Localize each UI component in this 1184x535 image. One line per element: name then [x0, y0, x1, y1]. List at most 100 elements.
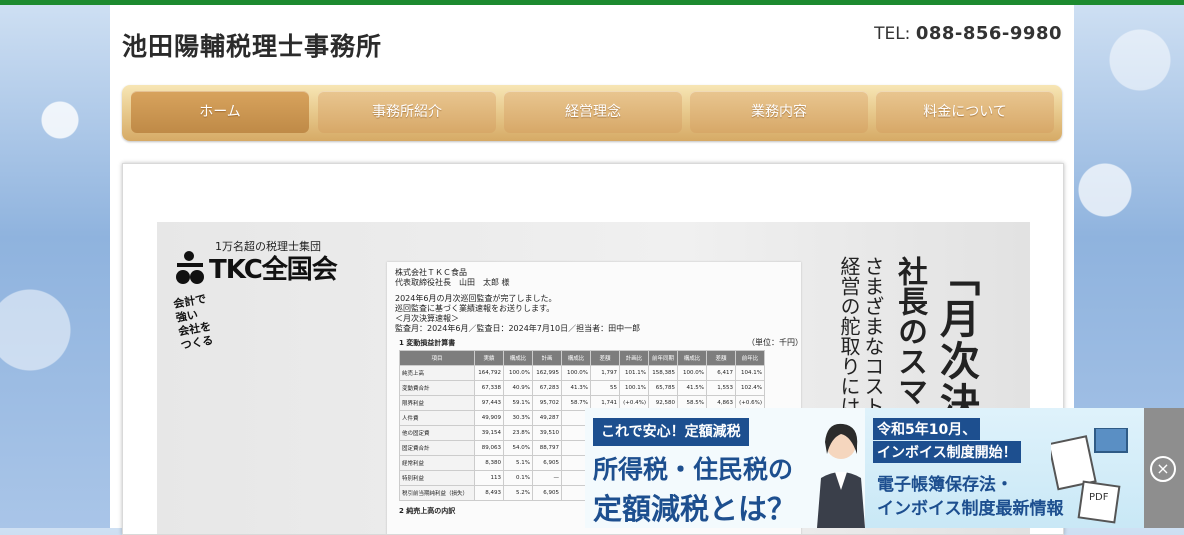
- table-header-row: 項目 実績 構成比 計画 構成比 差額 計画比 前年同期 構成比 差額 前年比: [399, 350, 765, 366]
- table-cell: 限界利益: [399, 395, 475, 411]
- table-header-cell: 構成比: [503, 350, 533, 366]
- table-header-cell: 前年同期: [648, 350, 678, 366]
- table-header-cell: 構成比: [561, 350, 591, 366]
- tel-label: TEL:: [874, 24, 911, 44]
- table-row: 変動費合計 67,338 40.9% 67,283 41.3% 55 100.1…: [399, 380, 765, 396]
- tel-number: 088-856-9980: [915, 23, 1062, 44]
- table-cell: 30.3%: [503, 410, 533, 426]
- table-cell: 100.1%: [619, 380, 649, 396]
- table-header-cell: 差額: [706, 350, 736, 366]
- table-cell: 88,797: [532, 440, 562, 456]
- table-cell: 100.0%: [503, 365, 533, 381]
- main-navigation: ホーム 事務所紹介 経営理念 業務内容 料金について: [122, 85, 1062, 141]
- table-cell: 67,283: [532, 380, 562, 396]
- table-cell: 55: [590, 380, 620, 396]
- table-cell: 5.2%: [503, 485, 533, 501]
- table-cell: 5.1%: [503, 455, 533, 471]
- table-cell: 104.1%: [735, 365, 765, 381]
- table-cell: 8,380: [474, 455, 504, 471]
- table-cell: 6,905: [532, 455, 562, 471]
- table-cell: 41.5%: [677, 380, 707, 396]
- table-cell: 0.1%: [503, 470, 533, 486]
- table-cell: 113: [474, 470, 504, 486]
- ad-headline: 定額減税とは？: [593, 492, 797, 526]
- businesswoman-icon: [817, 423, 865, 528]
- ad-text: 電子帳簿保存法・: [877, 475, 1013, 495]
- close-icon[interactable]: ×: [1150, 456, 1176, 482]
- table-cell: 97,443: [474, 395, 504, 411]
- ad-headline: 所得税・住民税の: [593, 455, 794, 484]
- table-header-cell: 計画比: [619, 350, 649, 366]
- table-cell: 変動費合計: [399, 380, 475, 396]
- table-cell: —: [532, 470, 562, 486]
- table-header-cell: 構成比: [677, 350, 707, 366]
- table-cell: 39,510: [532, 425, 562, 441]
- pdf-label: PDF: [1089, 492, 1109, 503]
- table-cell: 純売上高: [399, 365, 475, 381]
- table-cell: 54.0%: [503, 440, 533, 456]
- nav-services[interactable]: 業務内容: [690, 91, 868, 133]
- nav-philosophy[interactable]: 経営理念: [504, 91, 682, 133]
- table-cell: 100.0%: [677, 365, 707, 381]
- table-cell: 100.0%: [561, 365, 591, 381]
- report-text: 2024年6月の月次巡回監査が完了しました。: [395, 294, 557, 303]
- documents-icon: PDF: [1051, 428, 1128, 524]
- report-section-title: 1 変動損益計算書: [399, 339, 456, 347]
- table-row: 純売上高 164,792 100.0% 162,995 100.0% 1,797…: [399, 365, 765, 381]
- table-cell: 65,785: [648, 380, 678, 396]
- table-cell: 95,702: [532, 395, 562, 411]
- table-header-cell: 差額: [590, 350, 620, 366]
- ad-invoice-info[interactable]: 令和5年10月、 インボイス制度開始！ 電子帳簿保存法・ インボイス制度最新情報…: [865, 408, 1145, 528]
- table-cell: 162,995: [532, 365, 562, 381]
- table-header-cell: 前年比: [735, 350, 765, 366]
- table-cell: 41.3%: [561, 380, 591, 396]
- site-title[interactable]: 池田陽輔税理士事務所: [122, 27, 382, 63]
- table-cell: 89,063: [474, 440, 504, 456]
- table-cell: 101.1%: [619, 365, 649, 381]
- table-cell: 40.9%: [503, 380, 533, 396]
- flyer-headline: 社長のスマ: [892, 256, 927, 406]
- report-text: 巡回監査に基づく業績速報をお送りします。: [395, 304, 555, 313]
- table-cell: 49,287: [532, 410, 562, 426]
- tkc-name: TKC全国会: [209, 255, 338, 285]
- table-cell: 経常利益: [399, 455, 475, 471]
- table-cell: 158,385: [648, 365, 678, 381]
- table-cell: 23.8%: [503, 425, 533, 441]
- report-text: ＜月次決算速報＞: [395, 314, 459, 323]
- tax-info-ad-banner[interactable]: これで安心！定額減税 所得税・住民税の 定額減税とは？ 令和5年10月、 インボ…: [585, 408, 1184, 528]
- table-header-cell: 項目: [399, 350, 475, 366]
- table-cell: 特別利益: [399, 470, 475, 486]
- report-section-title: 2 純売上高の内訳: [399, 507, 456, 515]
- ad-badge: インボイス制度開始！: [873, 441, 1021, 463]
- table-cell: 固定費合計: [399, 440, 475, 456]
- table-cell: 6,905: [532, 485, 562, 501]
- ad-badge: 令和5年10月、: [873, 418, 981, 440]
- report-audit-info: 監査月：2024年6月／監査日：2024年7月10日／担当者：田中一郎: [395, 324, 641, 333]
- table-cell: 8,493: [474, 485, 504, 501]
- ad-close-strip: ×: [1144, 408, 1184, 528]
- ad-tax-reduction[interactable]: これで安心！定額減税 所得税・住民税の 定額減税とは？: [585, 408, 865, 528]
- report-unit: （単位：千円）: [747, 338, 803, 347]
- table-cell: 他の固定費: [399, 425, 475, 441]
- report-recipient: 代表取締役社長 山田 太郎 様: [395, 278, 510, 287]
- nav-office[interactable]: 事務所紹介: [318, 91, 496, 133]
- table-cell: 税引前当期純利益（損失）: [399, 485, 475, 501]
- report-company: 株式会社ＴＫＣ食品: [395, 268, 467, 277]
- ad-tag: これで安心！定額減税: [593, 418, 749, 446]
- phone-number: TEL: 088-856-9980: [874, 23, 1062, 44]
- table-cell: 1,797: [590, 365, 620, 381]
- table-cell: 39,154: [474, 425, 504, 441]
- table-cell: 1,553: [706, 380, 736, 396]
- nav-home[interactable]: ホーム: [131, 91, 309, 133]
- table-cell: 102.4%: [735, 380, 765, 396]
- table-header-cell: 実績: [474, 350, 504, 366]
- table-cell: 67,338: [474, 380, 504, 396]
- table-cell: 人件費: [399, 410, 475, 426]
- nav-fees[interactable]: 料金について: [876, 91, 1054, 133]
- table-cell: 6,417: [706, 365, 736, 381]
- table-cell: 164,792: [474, 365, 504, 381]
- ad-text: インボイス制度最新情報: [877, 499, 1064, 519]
- tkc-slogan-stamp: 会計で 強い 会社を つくる: [172, 287, 245, 355]
- table-header-cell: 計画: [532, 350, 562, 366]
- table-cell: 59.1%: [503, 395, 533, 411]
